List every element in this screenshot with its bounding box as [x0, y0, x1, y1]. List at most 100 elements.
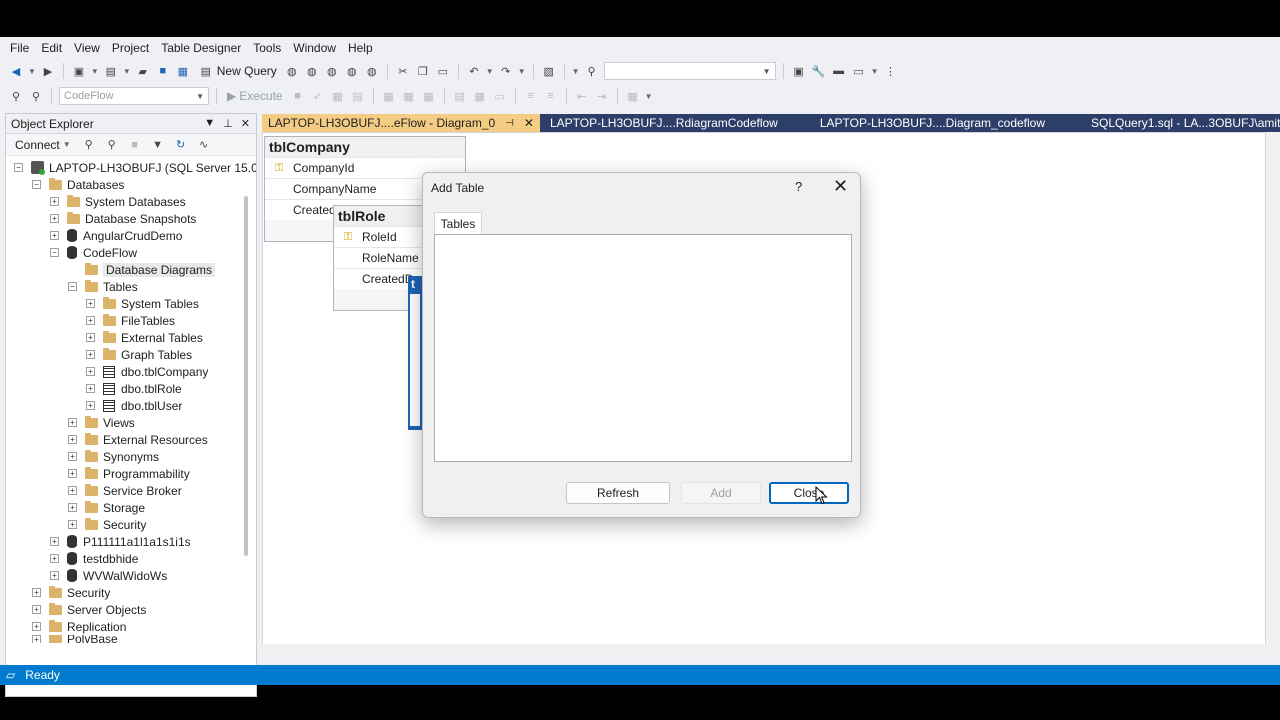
- tree-node-programmability[interactable]: + Programmability: [68, 465, 190, 482]
- expand-icon[interactable]: +: [86, 401, 95, 410]
- tab-sqlquery1[interactable]: SQLQuery1.sql - LA...3OBUFJ\amita (56))*: [1085, 114, 1280, 132]
- xmla-query-icon[interactable]: ◍: [344, 63, 360, 79]
- menu-project[interactable]: Project: [106, 41, 155, 55]
- tree-node-external-tables[interactable]: + External Tables: [86, 329, 203, 346]
- increase-indent-icon[interactable]: ⇥: [594, 88, 610, 104]
- expand-icon[interactable]: +: [68, 452, 77, 461]
- tree-node-databases[interactable]: − Databases: [32, 176, 124, 193]
- connect-icon[interactable]: ⚲: [8, 88, 24, 104]
- tree-node-db-wvwalwidows[interactable]: + WVWalWidoWs: [50, 567, 167, 584]
- tree-node-tbluser[interactable]: + dbo.tblUser: [86, 397, 182, 414]
- solution-config-dropdown-icon[interactable]: ▼: [572, 67, 580, 76]
- mdx-query-icon[interactable]: ◍: [304, 63, 320, 79]
- properties-icon[interactable]: 🔧: [811, 63, 827, 79]
- toolbar-overflow-icon[interactable]: ▼: [645, 92, 653, 101]
- tree-node-service-broker[interactable]: + Service Broker: [68, 482, 182, 499]
- find-combo[interactable]: ▼: [603, 62, 776, 80]
- expand-icon[interactable]: +: [32, 588, 41, 597]
- dropdown-icon[interactable]: ▼: [204, 117, 215, 130]
- dmx-query-icon[interactable]: ◍: [324, 63, 340, 79]
- copy-icon[interactable]: ❐: [415, 63, 431, 79]
- tree-scrollbar[interactable]: [244, 196, 248, 556]
- tree-node-security[interactable]: + Security: [32, 584, 110, 601]
- tree-node-database-snapshots[interactable]: + Database Snapshots: [50, 210, 196, 227]
- new-project-dropdown-icon[interactable]: ▼: [91, 67, 99, 76]
- db-engine-query-icon[interactable]: ◍: [284, 63, 300, 79]
- menu-window[interactable]: Window: [287, 41, 342, 55]
- tables-list[interactable]: [434, 234, 852, 462]
- expand-icon[interactable]: +: [50, 537, 59, 546]
- canvas-vertical-scrollbar[interactable]: [1266, 132, 1280, 658]
- tree-node-server-objects[interactable]: + Server Objects: [32, 601, 146, 618]
- expand-icon[interactable]: +: [86, 367, 95, 376]
- tree-node-system-databases[interactable]: + System Databases: [50, 193, 186, 210]
- refresh-icon[interactable]: ↻: [173, 137, 189, 153]
- expand-icon[interactable]: +: [50, 571, 59, 580]
- cut-icon[interactable]: ✂: [395, 63, 411, 79]
- expand-icon[interactable]: +: [68, 520, 77, 529]
- live-stats-icon[interactable]: ▦: [401, 88, 417, 104]
- client-stats-icon[interactable]: ▦: [421, 88, 437, 104]
- column-row[interactable]: RoleName: [334, 247, 422, 268]
- tab-diagram-codeflow[interactable]: LAPTOP-LH3OBUFJ....Diagram_codeflow: [814, 114, 1051, 132]
- close-icon[interactable]: ✕: [241, 117, 250, 130]
- results-file-icon[interactable]: ▭: [492, 88, 508, 104]
- save-all-icon[interactable]: ▦: [175, 63, 191, 79]
- expand-icon[interactable]: +: [68, 469, 77, 478]
- open-folder-icon[interactable]: ▰: [135, 63, 151, 79]
- expand-icon[interactable]: +: [86, 299, 95, 308]
- expand-icon[interactable]: +: [50, 214, 59, 223]
- tree-node-replication[interactable]: + Replication: [32, 618, 126, 635]
- results-text-icon[interactable]: ▤: [452, 88, 468, 104]
- undo-icon[interactable]: ↶: [466, 63, 482, 79]
- disconnect-icon[interactable]: ⚲: [28, 88, 44, 104]
- specify-values-icon[interactable]: ▦: [625, 88, 641, 104]
- menu-view[interactable]: View: [68, 41, 106, 55]
- redo-dropdown-icon[interactable]: ▼: [518, 67, 526, 76]
- tree-node-database-diagrams[interactable]: Database Diagrams: [68, 261, 216, 278]
- execute-button[interactable]: ▶ Execute: [224, 89, 286, 103]
- pin-icon[interactable]: ⊥: [223, 117, 233, 130]
- execution-plan-icon[interactable]: ▦: [330, 88, 346, 104]
- tab-diagram-0[interactable]: LAPTOP-LH3OBUFJ....eFlow - Diagram_0 ⊣ ✕: [262, 114, 540, 132]
- undo-dropdown-icon[interactable]: ▼: [486, 67, 494, 76]
- close-icon[interactable]: ✕: [524, 116, 534, 130]
- layout-dropdown-icon[interactable]: ▼: [871, 67, 879, 76]
- diagram-table-selected[interactable]: t: [408, 276, 422, 430]
- expand-icon[interactable]: +: [50, 554, 59, 563]
- expand-icon[interactable]: +: [32, 605, 41, 614]
- collapse-icon[interactable]: −: [68, 282, 77, 291]
- results-grid-icon[interactable]: ▦: [472, 88, 488, 104]
- tree-node-polybase[interactable]: + PolyBase: [32, 635, 118, 643]
- tree-node-server[interactable]: − LAPTOP-LH3OBUFJ (SQL Server 15.0.2: [14, 159, 256, 176]
- back-dropdown-icon[interactable]: ▼: [28, 67, 36, 76]
- add-button[interactable]: Add: [681, 482, 761, 504]
- toolbar-options-icon[interactable]: ⋮: [882, 63, 898, 79]
- expand-icon[interactable]: +: [86, 333, 95, 342]
- menu-tools[interactable]: Tools: [247, 41, 287, 55]
- refresh-button[interactable]: Refresh: [566, 482, 670, 504]
- save-icon[interactable]: ■: [155, 63, 171, 79]
- tree-node-tblcompany[interactable]: + dbo.tblCompany: [86, 363, 208, 380]
- expand-icon[interactable]: +: [50, 231, 59, 240]
- tree-node-synonyms[interactable]: + Synonyms: [68, 448, 159, 465]
- activity-icon[interactable]: ∿: [196, 137, 212, 153]
- tree-node-filetables[interactable]: + FileTables: [86, 312, 175, 329]
- collapse-icon[interactable]: −: [32, 180, 41, 189]
- new-query-button[interactable]: ▤ New Query: [195, 63, 280, 79]
- expand-icon[interactable]: +: [68, 435, 77, 444]
- expand-icon[interactable]: +: [50, 197, 59, 206]
- tab-tables[interactable]: Tables: [434, 212, 482, 234]
- expand-icon[interactable]: +: [32, 622, 41, 631]
- comment-icon[interactable]: ≡: [523, 88, 539, 104]
- uncomment-icon[interactable]: ≡: [543, 88, 559, 104]
- connect-server-icon[interactable]: ⚲: [81, 137, 97, 153]
- new-project-icon[interactable]: ▣: [71, 63, 87, 79]
- connect-button[interactable]: Connect ▼: [12, 138, 74, 152]
- parse-icon[interactable]: ✓: [310, 88, 326, 104]
- tree-node-external-resources[interactable]: + External Resources: [68, 431, 208, 448]
- tree-node-storage[interactable]: + Storage: [68, 499, 145, 516]
- column-row[interactable]: ⚿ RoleId: [334, 226, 422, 247]
- menu-edit[interactable]: Edit: [35, 41, 68, 55]
- tree-node-tblrole[interactable]: + dbo.tblRole: [86, 380, 182, 397]
